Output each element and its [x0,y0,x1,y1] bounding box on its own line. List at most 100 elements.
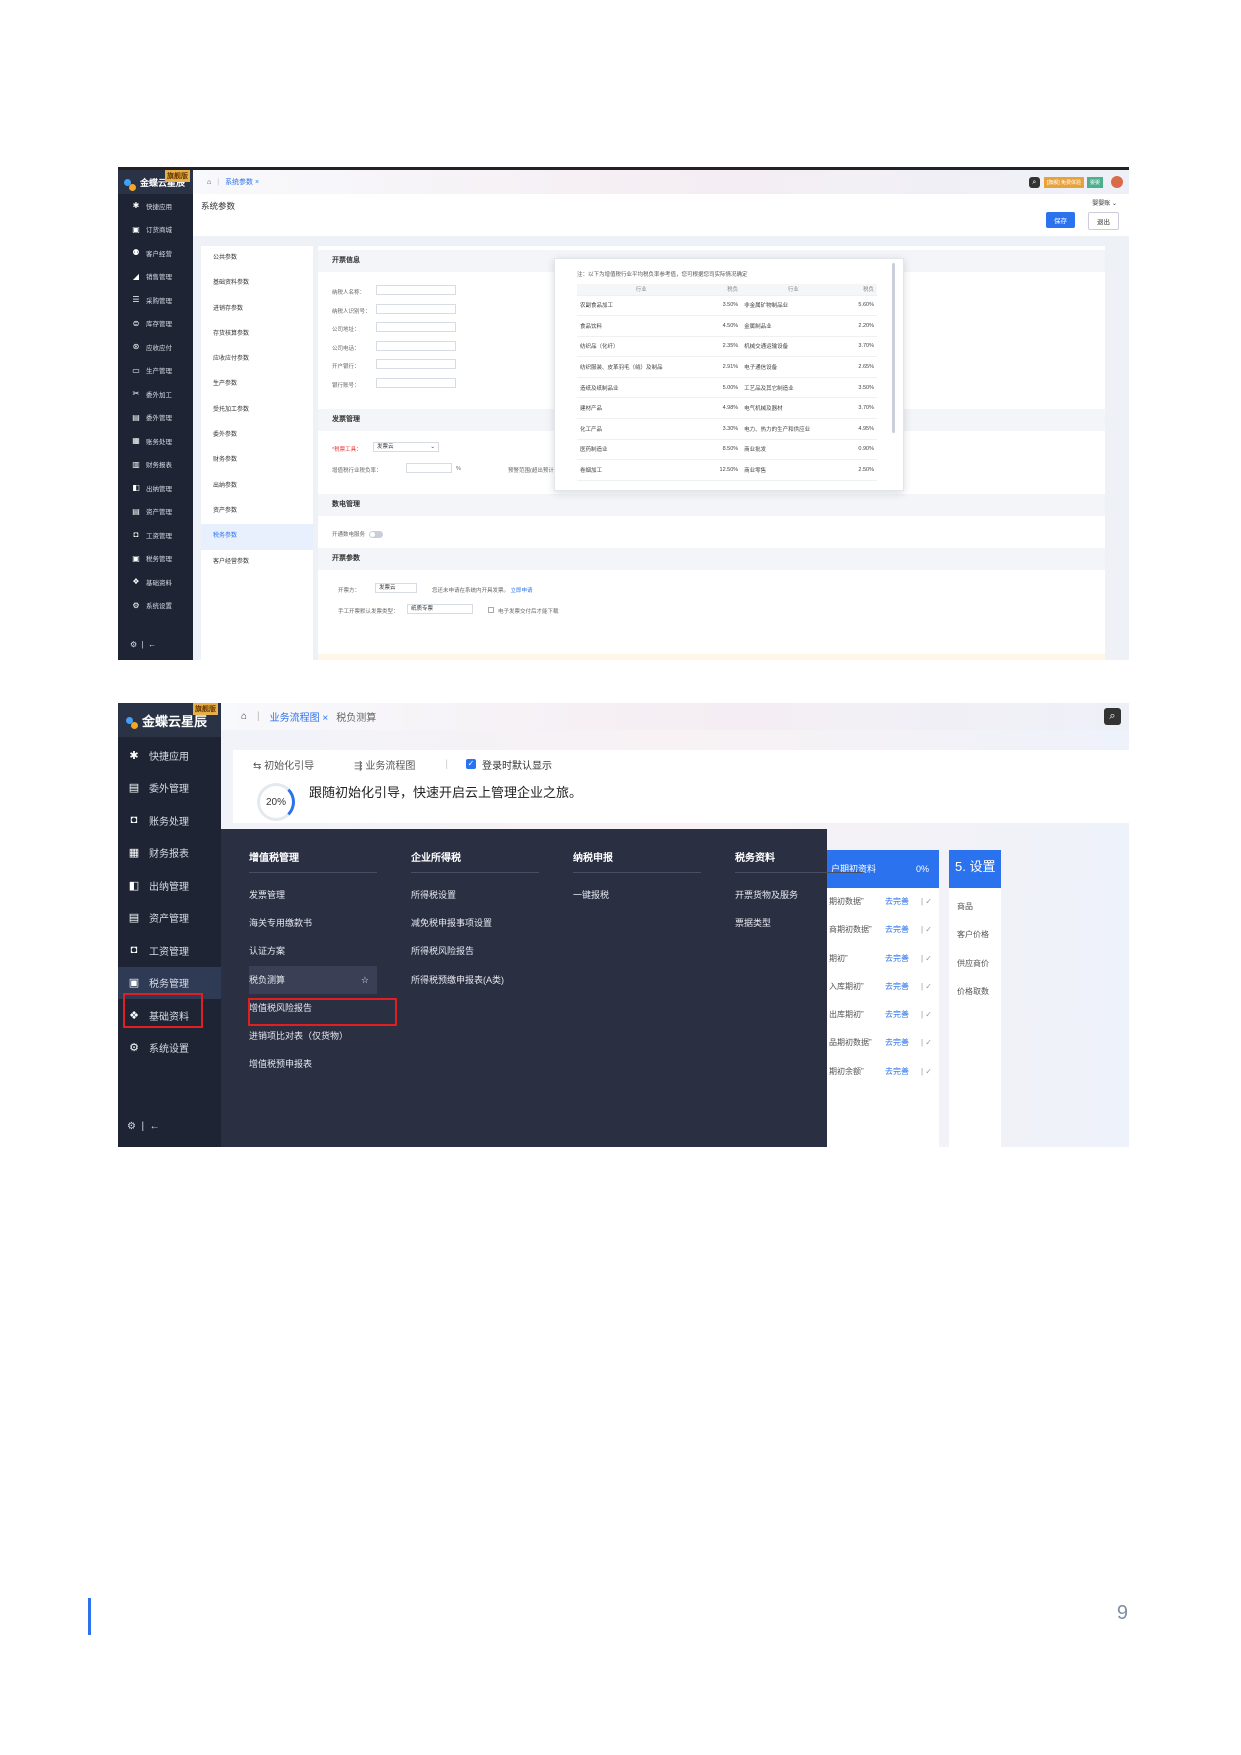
digital-toggle[interactable] [369,531,384,539]
auto-checkbox[interactable] [488,607,494,613]
sidebar-item[interactable]: ▤ 委外管理 [118,406,193,430]
sidebar-item[interactable]: ✂ 委外加工 [118,382,193,406]
tab-flowchart[interactable]: 业务流程图 × [270,709,329,724]
user-badge[interactable]: 婴婴 [1086,176,1103,188]
sidebar-item[interactable]: ◧ 出纳管理 [118,476,193,500]
menu-column-header: 纳税申报 [573,849,701,873]
param-nav-item[interactable]: 出纳参数 [201,474,313,499]
table-cell: 2.35% [705,336,742,358]
field-input[interactable] [376,322,456,332]
sidebar-item[interactable]: ◢ 销售管理 [118,265,193,289]
complete-link[interactable]: 去完善 [885,1001,909,1029]
sidebar-footer[interactable]: ⚙ | ← [118,633,156,657]
param-nav-item[interactable]: 委外参数 [201,423,313,448]
home-icon[interactable]: ⌂ [241,711,247,722]
save-button[interactable]: 保存 [1046,212,1075,228]
field-input[interactable] [376,285,456,295]
home-icon[interactable]: ⌂ [207,179,211,186]
tab-init-guide[interactable]: ⇆ 初始化引导 [253,757,314,772]
menu-item[interactable]: 所得税风险报告 [411,937,539,965]
account-dropdown[interactable]: 婴婴账 ⌄ [1092,198,1117,207]
tool-select[interactable]: 发票云 ⌄ [373,442,439,452]
card5-row[interactable]: 价格取数 [949,978,1001,1006]
sidebar-item[interactable]: ▤ 资产管理 [118,500,193,524]
sidebar-item[interactable]: ⚉ 客户经营 [118,241,193,265]
tab-business-flow[interactable]: ⇶ 业务流程图 [354,757,415,772]
card5-row[interactable]: 客户价格 [949,921,1001,949]
sidebar-item[interactable]: ⊜ 库存管理 [118,312,193,336]
rate-input[interactable] [406,463,452,473]
tab-system-params[interactable]: 系统参数 × [225,177,259,187]
field-input[interactable] [376,359,456,369]
sidebar-item[interactable]: ✱ 快捷应用 [118,194,193,218]
complete-link[interactable]: 去完善 [885,888,909,916]
menu-item[interactable]: 所得税设置 [411,881,539,909]
complete-link[interactable]: 去完善 [885,945,909,973]
apply-link[interactable]: 立即申请 [511,588,533,594]
tool-label: *税票工具： [332,447,362,453]
menu-item[interactable]: 发票管理 [249,881,377,909]
param-nav-item[interactable]: 资产参数 [201,499,313,524]
exit-button[interactable]: 退出 [1088,212,1119,230]
sidebar-item[interactable]: ◘ 工资管理 [118,934,221,967]
sidebar-item[interactable]: ▦ 财务报表 [118,837,221,870]
param-nav-item[interactable]: 生产参数 [201,372,313,397]
sidebar-item[interactable]: ◘ 账务处理 [118,804,221,837]
sidebar-item[interactable]: ◧ 出纳管理 [118,869,221,902]
menu-item[interactable]: 税负测算 ☆ [249,965,377,994]
card5-row[interactable]: 供应商价 [949,950,1001,978]
sidebar-item[interactable]: ⚙ 系统设置 [118,1032,221,1065]
sidebar-footer[interactable]: ⚙ | ← [118,1111,160,1144]
sidebar-item[interactable]: ☰ 采购管理 [118,288,193,312]
sidebar-item[interactable]: ✱ 快捷应用 [118,739,221,772]
complete-link[interactable]: 去完善 [885,916,909,944]
menu-item[interactable]: 增值税预申报表 [249,1050,377,1078]
card5-row[interactable]: 商品 [949,893,1001,921]
field-input[interactable] [376,303,456,314]
param-nav-item[interactable]: 应收应付参数 [201,347,313,372]
complete-link[interactable]: 去完善 [885,973,909,1001]
avatar[interactable] [1111,176,1123,188]
sidebar-item[interactable]: ◘ 工资管理 [118,523,193,547]
param-nav-item[interactable]: 财务参数 [201,448,313,473]
sidebar-item[interactable]: ⚙ 系统设置 [118,594,193,618]
tool-value: 发票云 [377,444,394,450]
trial-badge[interactable]: [旗舰] 免费体验 [1043,176,1084,188]
sidebar-item[interactable]: ❖ 基础资料 [118,570,193,594]
sidebar-item[interactable]: ▭ 生产管理 [118,359,193,383]
menu-item[interactable]: 减免税申报事项设置 [411,909,539,937]
search-icon[interactable]: ⌕ [1104,708,1121,725]
menu-item[interactable]: 票据类型 [735,909,863,937]
search-icon[interactable]: ⌕ [1028,176,1040,188]
param-nav-item[interactable]: 客户经营参数 [201,550,313,575]
complete-link[interactable]: 去完善 [885,1029,909,1057]
field-input[interactable] [376,377,456,388]
sidebar-item[interactable]: ▣ 订货商城 [118,218,193,242]
param-nav-item[interactable]: 税务参数 [201,524,313,550]
sidebar-item[interactable]: ▥ 财务报表 [118,453,193,477]
tab-tax-calc[interactable]: 税负测算 [336,709,376,724]
sidebar-item[interactable]: ▤ 委外管理 [118,772,221,805]
sidebar-item[interactable]: ⊛ 应收应付 [118,335,193,359]
complete-link[interactable]: 去完善 [885,1058,909,1086]
param-nav-item[interactable]: 受托加工参数 [201,398,313,423]
param-nav-item[interactable]: 存货核算参数 [201,322,313,347]
menu-item[interactable]: 海关专用缴款书 [249,909,377,937]
field-input[interactable] [376,340,456,351]
manual-select[interactable]: 纸质专票 [407,604,473,614]
default-show-checkbox[interactable]: ✓ [465,759,476,769]
sidebar-item[interactable]: ▦ 账务处理 [118,429,193,453]
scrollbar[interactable] [892,263,895,433]
sidebar-item[interactable]: ▣ 税务管理 [118,547,193,571]
menu-item[interactable]: 进销项比对表（仅货物） [249,1022,377,1050]
param-nav-item[interactable]: 进销存参数 [201,297,313,322]
menu-item[interactable]: 一键报税 [573,881,701,909]
menu-item[interactable]: 开票货物及服务 [735,881,863,909]
issuer-select[interactable]: 发票云 [375,583,417,593]
menu-item[interactable]: 所得税预缴申报表(A类) [411,966,539,994]
param-nav-item[interactable]: 公共参数 [201,246,313,271]
star-icon[interactable]: ☆ [361,966,369,994]
param-nav-item[interactable]: 基础资料参数 [201,271,313,296]
menu-item[interactable]: 认证方案 [249,937,377,965]
sidebar-item[interactable]: ▤ 资产管理 [118,902,221,935]
